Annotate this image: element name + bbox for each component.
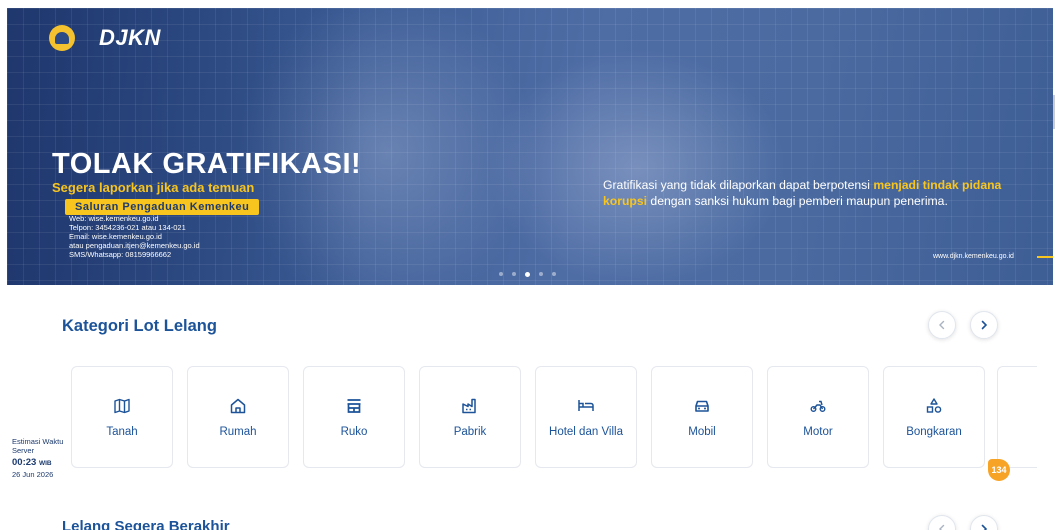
section-title-ending-soon: Lelang Segera Berakhir bbox=[62, 518, 230, 530]
contact-line: Web: wise.kemenkeu.go.id bbox=[69, 214, 159, 223]
category-label: Motor bbox=[803, 426, 833, 438]
category-card-rumah[interactable]: Rumah bbox=[187, 366, 289, 468]
category-card-bongkaran[interactable]: Bongkaran bbox=[883, 366, 985, 468]
category-label: Rumah bbox=[219, 426, 257, 438]
djkn-logo-text[interactable]: DJKN bbox=[99, 25, 161, 51]
banner-pill: Saluran Pengaduan Kemenkeu bbox=[65, 199, 260, 215]
category-card-ruko[interactable]: Ruko bbox=[303, 366, 405, 468]
category-card-motor[interactable]: Motor bbox=[767, 366, 869, 468]
server-time-value: 00:23 WIB bbox=[12, 457, 52, 468]
category-card-mobil[interactable]: Mobil bbox=[651, 366, 753, 468]
category-label: Ruko bbox=[340, 426, 368, 438]
carousel-dot[interactable] bbox=[539, 272, 543, 276]
contact-line: atau pengaduan.itjen@kemenkeu.go.id bbox=[69, 241, 200, 250]
hero-banner[interactable]: DJKN TOLAK GRATIFIKASI! Segera laporkan … bbox=[7, 8, 1053, 285]
category-card-hotel[interactable]: Hotel dan Villa bbox=[535, 366, 637, 468]
carousel-dot[interactable] bbox=[499, 272, 503, 276]
banner-message: Gratifikasi yang tidak dilaporkan dapat … bbox=[603, 178, 1002, 208]
website-underline bbox=[1037, 256, 1053, 258]
kemenkeu-logo[interactable] bbox=[49, 25, 75, 51]
category-label: Pabrik bbox=[453, 426, 487, 438]
chevron-right-icon bbox=[981, 524, 988, 530]
chevron-right-icon bbox=[981, 320, 988, 330]
map-icon bbox=[111, 395, 133, 417]
chevron-left-icon bbox=[939, 524, 945, 530]
carousel-dot[interactable] bbox=[512, 272, 516, 276]
motorcycle-icon bbox=[807, 395, 829, 417]
category-card-pabrik[interactable]: Pabrik bbox=[419, 366, 521, 468]
car-icon bbox=[691, 395, 713, 417]
ending-soon-next-button[interactable] bbox=[970, 515, 998, 530]
chevron-left-icon bbox=[939, 320, 945, 330]
category-card-tanah[interactable]: Tanah bbox=[71, 366, 173, 468]
page: DJKN TOLAK GRATIFIKASI! Segera laporkan … bbox=[0, 0, 1057, 530]
category-card-partial[interactable] bbox=[997, 366, 1037, 468]
chat-notification-badge[interactable]: 134 bbox=[988, 459, 1010, 481]
server-time-label: Estimasi Waktu Server bbox=[12, 437, 64, 455]
contact-line: Telpon: 3454236-021 atau 134-021 bbox=[69, 223, 186, 232]
home-icon bbox=[227, 395, 249, 417]
server-date: 26 Jun 2026 bbox=[12, 470, 54, 479]
banner-website: www.djkn.kemenkeu.go.id bbox=[933, 253, 1014, 260]
shapes-icon bbox=[923, 395, 945, 417]
carousel-dots[interactable] bbox=[499, 272, 556, 277]
categories-prev-button[interactable] bbox=[928, 311, 956, 339]
carousel-dot-active[interactable] bbox=[525, 272, 530, 277]
bed-icon bbox=[575, 395, 597, 417]
contact-line: Email: wise.kemenkeu.go.id bbox=[69, 232, 162, 241]
category-label: Mobil bbox=[688, 426, 716, 438]
store-icon bbox=[343, 395, 365, 417]
category-list: Tanah Rumah Ruko Pabrik Hotel dan Villa bbox=[71, 366, 985, 468]
ending-soon-prev-button[interactable] bbox=[928, 515, 956, 530]
banner-headline: TOLAK GRATIFIKASI! bbox=[52, 148, 362, 180]
banner-contact: Web: wise.kemenkeu.go.id Telpon: 3454236… bbox=[69, 214, 200, 259]
category-label: Bongkaran bbox=[906, 426, 962, 438]
banner-subhead: Segera laporkan jika ada temuan bbox=[52, 180, 255, 195]
scrollbar-thumb[interactable] bbox=[1053, 95, 1055, 129]
carousel-dot[interactable] bbox=[552, 272, 556, 276]
contact-line: SMS/Whatsapp: 08159966662 bbox=[69, 250, 172, 259]
category-label: Tanah bbox=[106, 426, 138, 438]
factory-icon bbox=[459, 395, 481, 417]
categories-next-button[interactable] bbox=[970, 311, 998, 339]
section-title-categories: Kategori Lot Lelang bbox=[62, 317, 217, 335]
server-time-widget: Estimasi Waktu Server 00:23 WIB 26 Jun 2… bbox=[12, 437, 70, 479]
category-label: Hotel dan Villa bbox=[549, 426, 623, 438]
